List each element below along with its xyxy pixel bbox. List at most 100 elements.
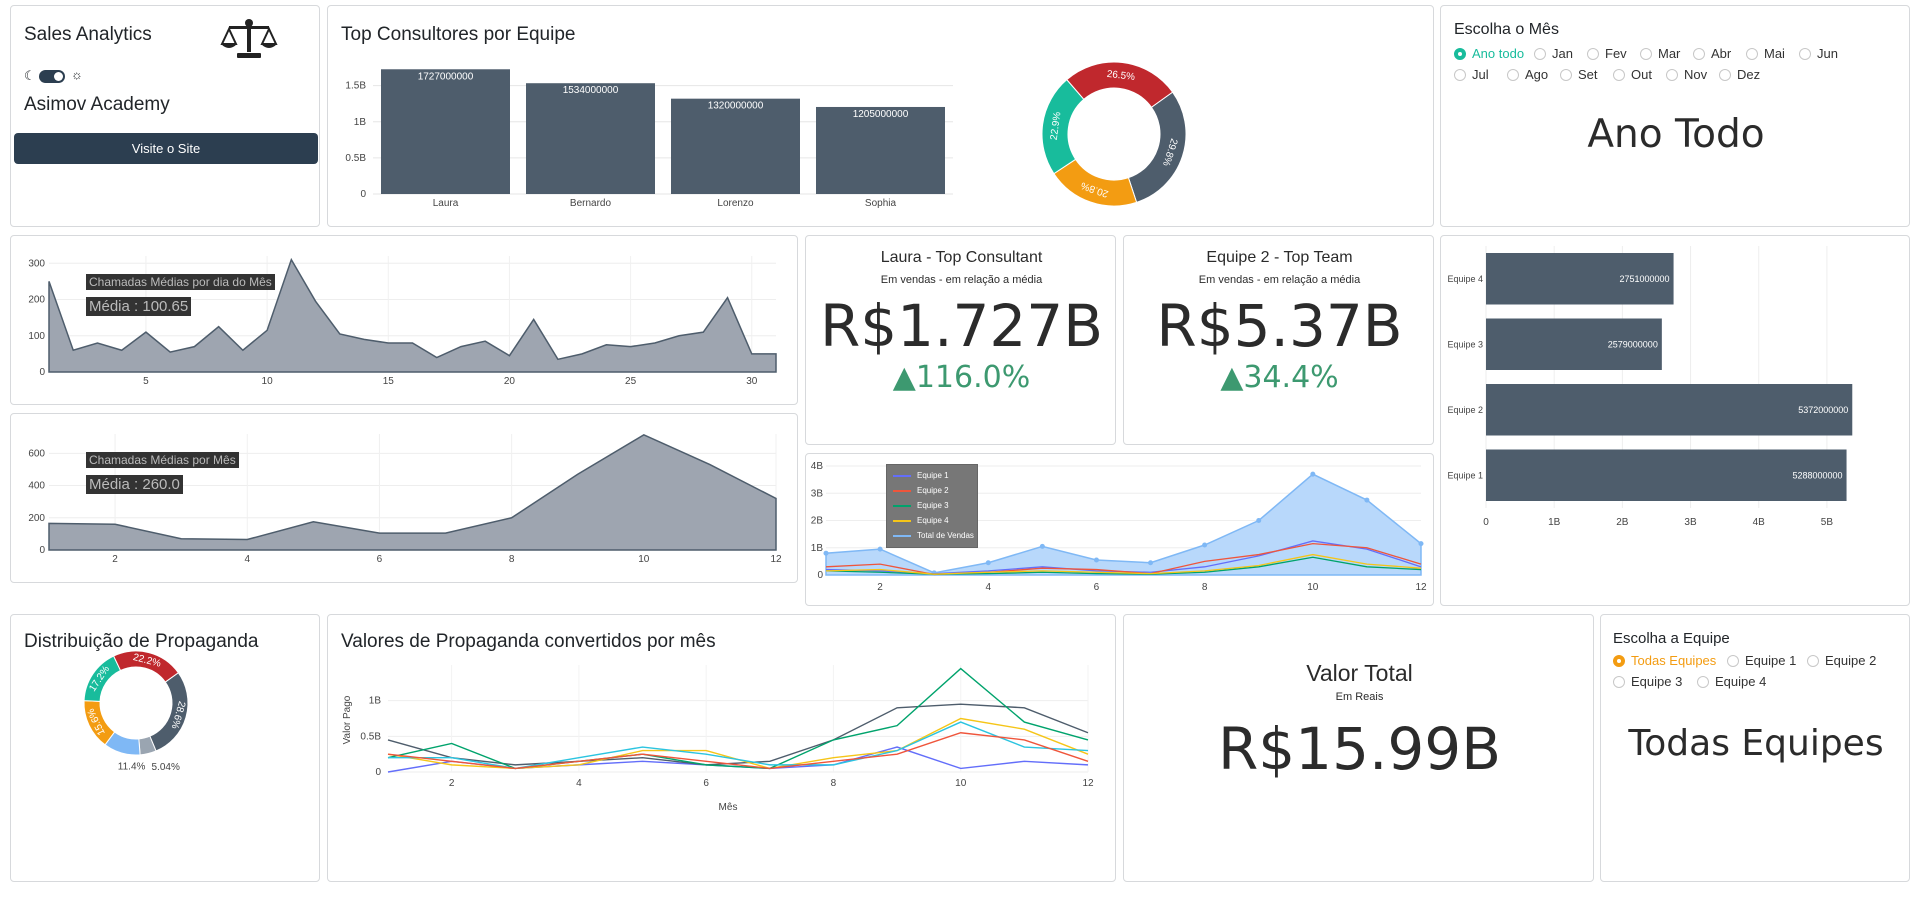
- legend-swatch: [893, 474, 911, 477]
- org-name: Asimov Academy: [24, 94, 170, 115]
- radio-nov[interactable]: Nov: [1666, 67, 1707, 82]
- legend-item[interactable]: Total de Vendas: [893, 531, 974, 540]
- ytick-label: 200: [28, 295, 45, 306]
- brand-card: Sales Analytics ☾ ☼ Asimov Academy Visit…: [10, 5, 320, 227]
- xtick-label: 4B: [1753, 517, 1766, 528]
- ytick-label: 400: [28, 481, 45, 492]
- radio-circle[interactable]: [1560, 68, 1572, 81]
- total-point: [1093, 557, 1099, 563]
- calls-per-day-area-chart: 300 200 100 0 5 10 15 20 25 30: [28, 256, 777, 387]
- legend-item[interactable]: Equipe 4: [893, 516, 949, 525]
- radio-circle[interactable]: [1587, 47, 1599, 60]
- xtick-label: 25: [625, 376, 637, 387]
- total-point: [1148, 560, 1154, 566]
- xtick-label: 5: [143, 376, 149, 387]
- ad-values-line-chart: 1B 0.5B 0 2 4 6 8 10 12 Mês Valor Pago: [342, 665, 1094, 813]
- month-select-card: Escolha o Mês Ano todo Jan Fev Mar Abr Mai Jun…: [1440, 5, 1910, 227]
- radio-ago[interactable]: Ago: [1507, 67, 1548, 82]
- radio-circle[interactable]: [1697, 675, 1709, 688]
- slice-label: 11.4%: [118, 761, 146, 772]
- radio-circle[interactable]: [1454, 68, 1466, 81]
- radio-circle[interactable]: [1666, 68, 1678, 81]
- total-subtitle: Em Reais: [1335, 691, 1384, 703]
- team-bars-card: 0 1B 2B 3B 4B 5B 2751000000 Equipe 4 2579000000 E…: [1440, 235, 1910, 606]
- radio-dez[interactable]: Dez: [1719, 67, 1760, 82]
- radio-todas-equipes[interactable]: Todas Equipes: [1613, 653, 1716, 668]
- radio-mai[interactable]: Mai: [1746, 46, 1785, 61]
- ytick-label: 0: [39, 545, 45, 556]
- radio-set[interactable]: Set: [1560, 67, 1598, 82]
- legend-item[interactable]: Equipe 1: [893, 471, 949, 480]
- xtick-label: 12: [1082, 778, 1094, 789]
- selected-month-display: Ano Todo: [1587, 112, 1765, 157]
- xtick-label: 4: [576, 778, 582, 789]
- ytick-label: 3B: [811, 488, 824, 499]
- radio-jan[interactable]: Jan: [1534, 46, 1573, 61]
- calls-month-mean: Média : 260.0: [86, 475, 183, 494]
- radio-circle[interactable]: [1640, 47, 1652, 60]
- total-point: [823, 550, 829, 556]
- slice-label: 5.04%: [151, 762, 179, 773]
- radio-circle[interactable]: [1534, 47, 1546, 60]
- total-point: [1364, 497, 1370, 503]
- bar-label: 2579000000: [1608, 339, 1658, 349]
- radio-circle[interactable]: [1799, 47, 1811, 60]
- legend-item[interactable]: Equipe 2: [893, 486, 949, 495]
- total-card: Valor Total Em Reais R$15.99B: [1123, 614, 1594, 882]
- ytick-label: Equipe 4: [1447, 274, 1483, 284]
- kpi-team-value: R$5.37B: [1156, 292, 1403, 360]
- radio-equipe-3[interactable]: Equipe 3: [1613, 674, 1682, 689]
- radio-out[interactable]: Out: [1613, 67, 1652, 82]
- ad-line: [387, 717, 1089, 770]
- y-axis-label: Valor Pago: [342, 695, 353, 744]
- radio-circle[interactable]: [1613, 675, 1625, 688]
- theme-toggle[interactable]: [39, 70, 65, 83]
- radio-mar[interactable]: Mar: [1640, 46, 1680, 61]
- bar-label: 2751000000: [1620, 274, 1670, 284]
- radio-jun[interactable]: Jun: [1799, 46, 1838, 61]
- xtick-label: 8: [1202, 582, 1208, 593]
- visit-site-button[interactable]: Visite o Site: [14, 133, 318, 164]
- radio-circle[interactable]: [1613, 654, 1625, 667]
- radio-circle[interactable]: [1727, 654, 1739, 667]
- radio-circle[interactable]: [1613, 68, 1625, 81]
- top-consultants-card: Top Consultores por Equipe 0 0.5B 1B 1.5B 17…: [327, 5, 1434, 227]
- radio-circle[interactable]: [1719, 68, 1731, 81]
- ytick-label: Equipe 2: [1447, 405, 1483, 415]
- legend-swatch: [893, 504, 911, 507]
- calls-per-month-area-chart: 600 400 200 0 2 4 6 8 10 12: [28, 433, 782, 565]
- radio-label: Mai: [1764, 46, 1785, 61]
- total-point: [1256, 518, 1262, 523]
- radio-abr[interactable]: Abr: [1693, 46, 1731, 61]
- radio-circle[interactable]: [1693, 47, 1705, 60]
- legend-label: Equipe 3: [917, 501, 949, 510]
- radio-equipe-2[interactable]: Equipe 2: [1807, 653, 1876, 668]
- radio-label: Nov: [1684, 67, 1708, 82]
- radio-circle[interactable]: [1454, 47, 1466, 60]
- kpi-team-title: Equipe 2 - Top Team: [1206, 249, 1353, 266]
- radio-fev[interactable]: Fev: [1587, 46, 1627, 61]
- xtick-label: 20: [504, 376, 516, 387]
- sun-icon: ☼: [71, 67, 83, 82]
- radio-circle[interactable]: [1746, 47, 1758, 60]
- xtick-label: 6: [703, 778, 709, 789]
- radio-equipe-4[interactable]: Equipe 4: [1697, 674, 1766, 689]
- radio-label: Jan: [1552, 46, 1573, 61]
- radio-label: Equipe 4: [1715, 674, 1767, 689]
- radio-equipe-1[interactable]: Equipe 1: [1727, 653, 1796, 668]
- xtick-label: 6: [377, 554, 383, 565]
- radio-ano-todo[interactable]: Ano todo: [1454, 46, 1524, 61]
- radio-circle[interactable]: [1807, 654, 1819, 667]
- radio-jul[interactable]: Jul: [1454, 67, 1489, 82]
- xtick-label: 2: [877, 582, 883, 593]
- xtick-label: 10: [262, 376, 274, 387]
- radio-circle[interactable]: [1507, 68, 1519, 81]
- xtick-label: 5B: [1821, 517, 1834, 528]
- app-title: Sales Analytics: [24, 24, 152, 45]
- ad-distribution-card: Distribuição de Propaganda 28.6% 5.04% 11.…: [10, 614, 320, 882]
- total-point: [985, 560, 991, 566]
- legend-label: Equipe 1: [917, 471, 949, 480]
- ytick-label: 4B: [811, 461, 824, 472]
- legend-item[interactable]: Equipe 3: [893, 501, 949, 510]
- calls-day-card: 300 200 100 0 5 10 15 20 25 30 Chamadas Médias po…: [10, 235, 798, 405]
